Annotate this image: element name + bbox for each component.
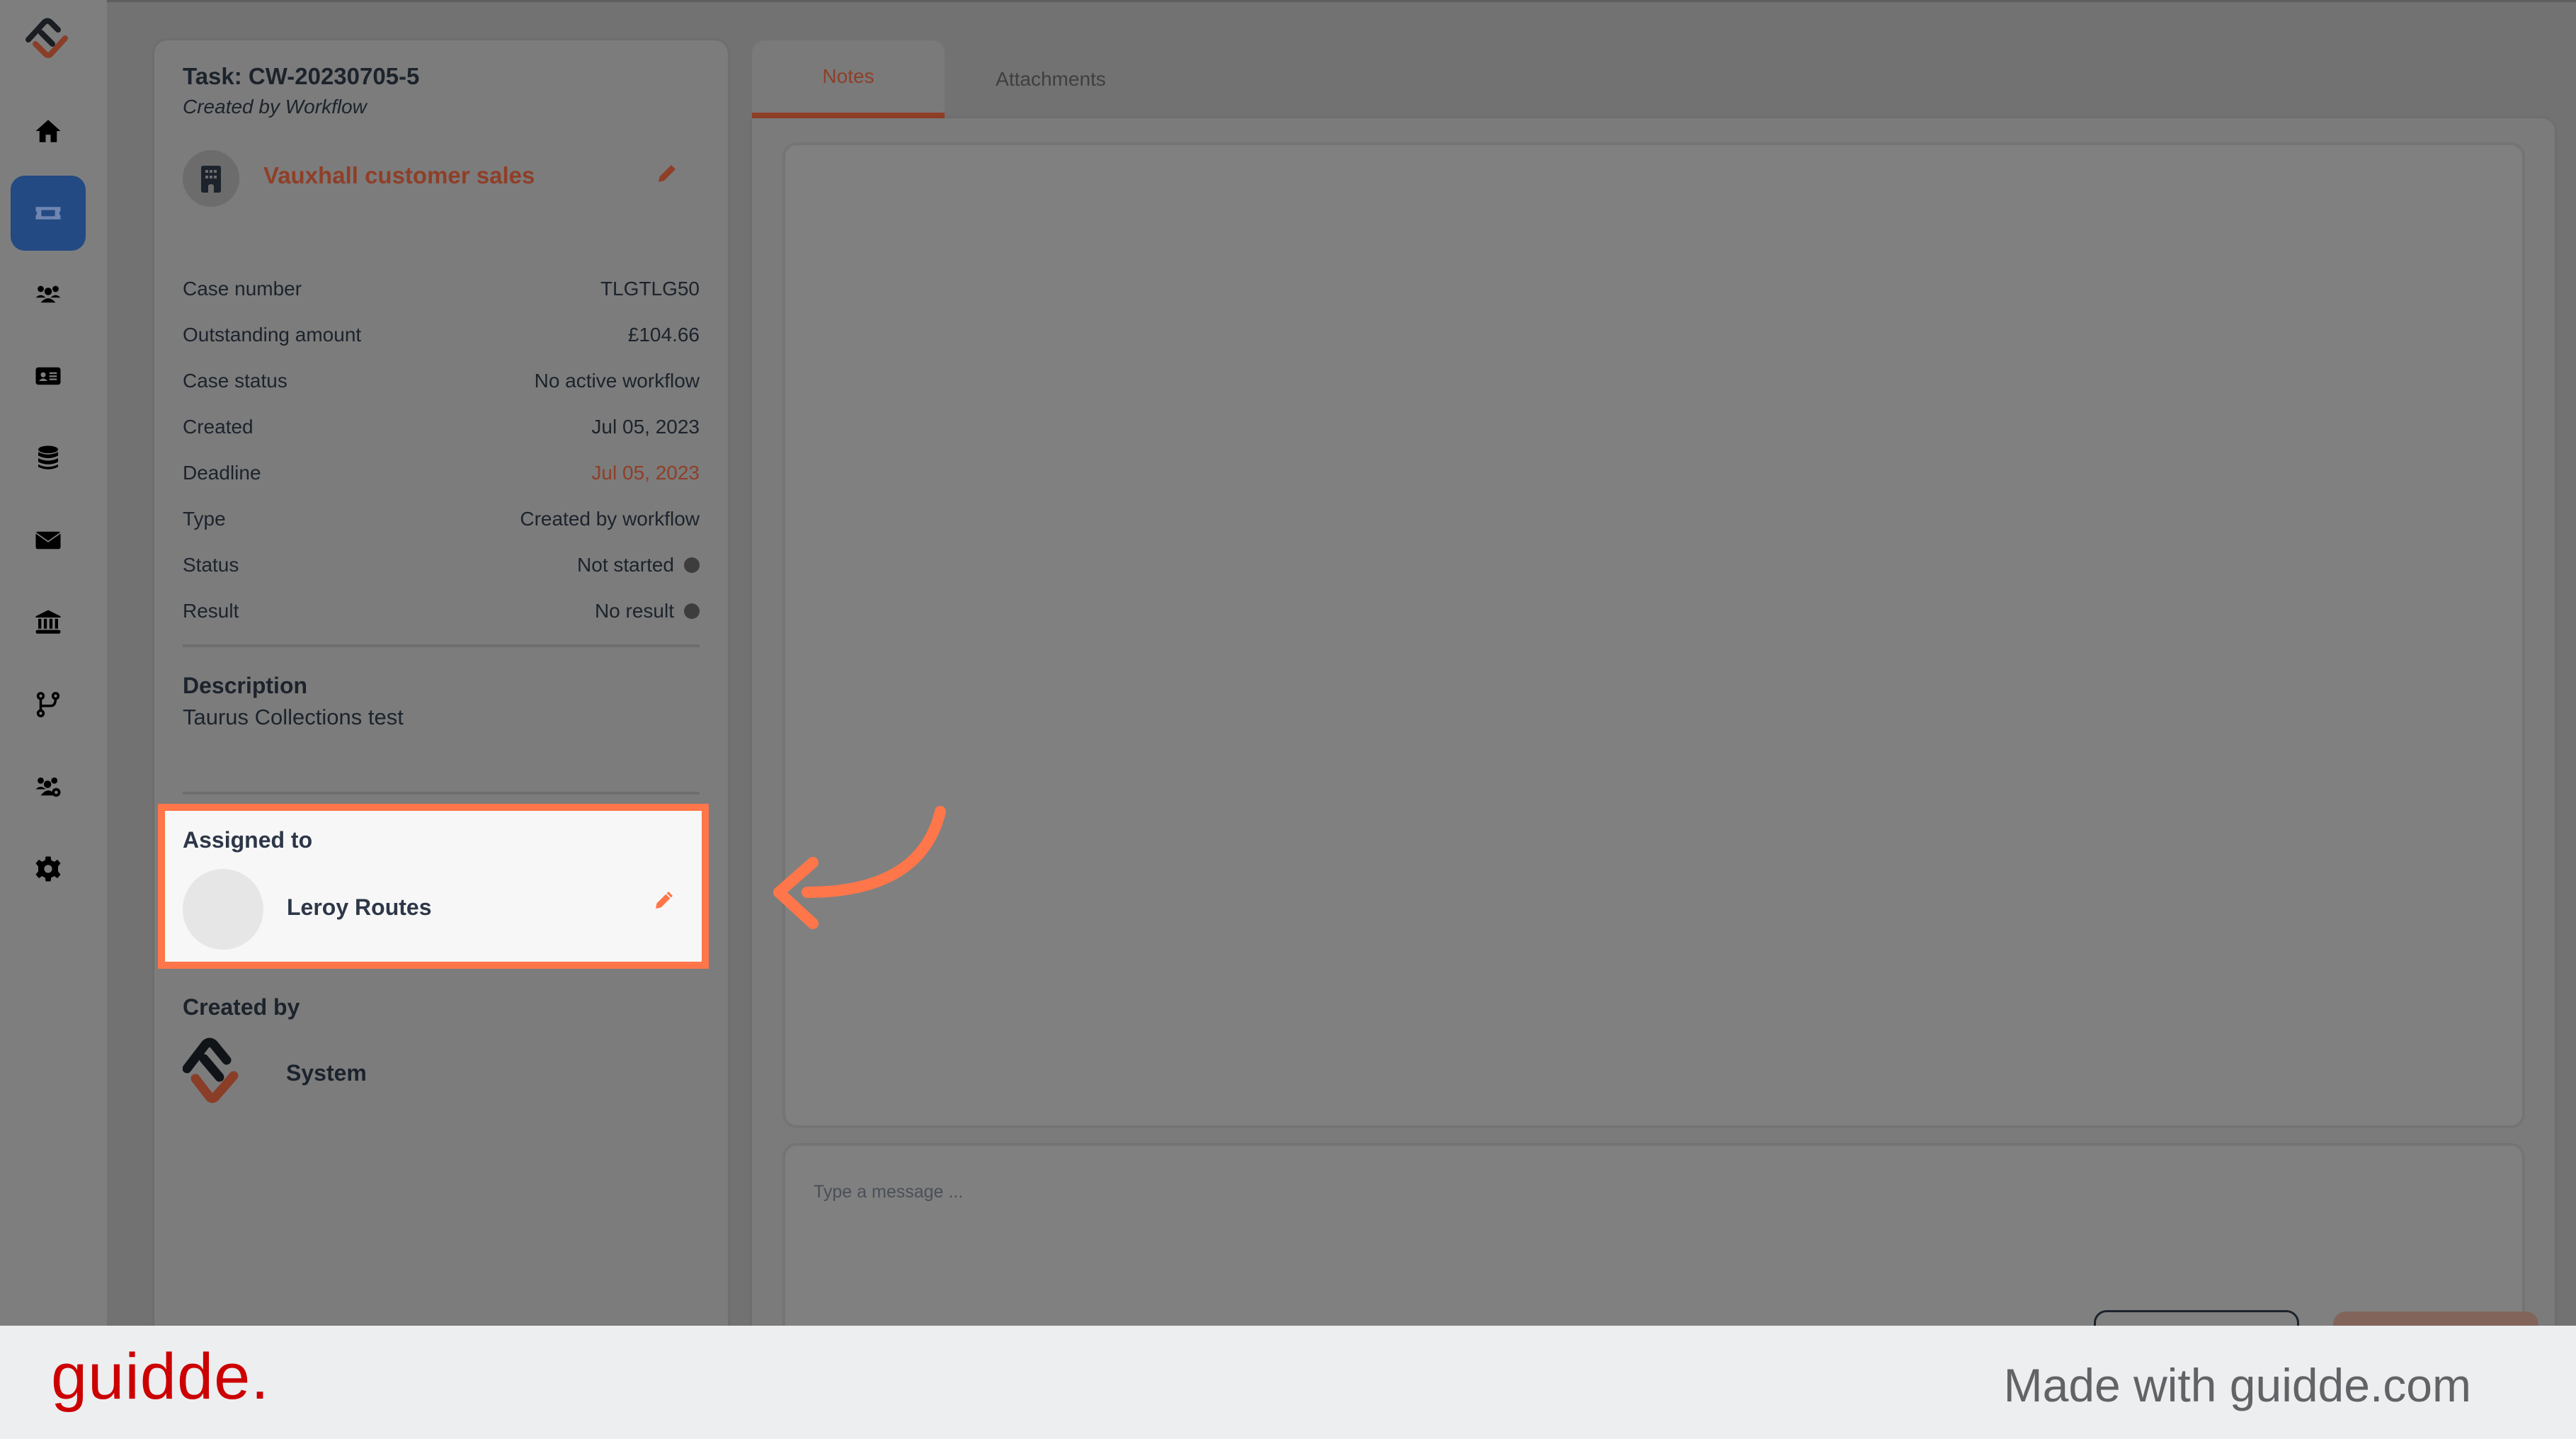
made-with-text: Made with guidde.com — [2003, 1359, 2471, 1411]
guidde-logo: guidde. — [51, 1341, 270, 1413]
divider — [183, 644, 700, 647]
task-subtitle: Created by Workflow — [183, 96, 367, 118]
detail-label: Type — [183, 508, 226, 530]
gear-icon — [35, 856, 61, 882]
status-value: Not started — [577, 554, 674, 576]
result-dot-icon — [684, 603, 700, 619]
status-dot-icon — [684, 557, 700, 573]
sidebar-item-home[interactable] — [11, 93, 86, 169]
detail-case-status: Case status No active workflow — [183, 370, 700, 416]
system-logo-icon — [183, 1037, 239, 1103]
notes-panel: Task status Not started — [752, 118, 2555, 1326]
detail-case-number: Case number TLGTLG50 — [183, 278, 700, 324]
sidebar-item-settings[interactable] — [11, 831, 86, 906]
created-by-name: System — [286, 1060, 367, 1086]
company-link[interactable]: Vauxhall customer sales — [263, 162, 535, 189]
detail-value: Jul 05, 2023 — [591, 416, 700, 438]
company-avatar — [183, 150, 239, 207]
guidde-footer: guidde. Made with guidde.com — [0, 1326, 2576, 1439]
user-group-settings-icon — [35, 777, 61, 797]
home-icon — [35, 120, 61, 142]
deadline-value: Jul 05, 2023 — [591, 462, 700, 484]
guide-arrow-icon — [773, 806, 946, 929]
detail-value: TLGTLG50 — [600, 278, 700, 300]
app-window: Task: CW-20230705-5 Created by Workflow … — [0, 0, 2576, 1326]
sidebar-item-customers[interactable] — [11, 256, 86, 331]
notes-list — [782, 142, 2525, 1128]
detail-label: Created — [183, 416, 253, 438]
assignee-avatar — [183, 869, 263, 950]
mail-icon — [35, 531, 62, 550]
detail-outstanding-amount: Outstanding amount £104.66 — [183, 324, 700, 370]
database-icon — [38, 445, 58, 470]
detail-status: Status Not started — [183, 554, 700, 600]
task-details-list: Case number TLGTLG50 Outstanding amount … — [183, 278, 700, 646]
sidebar-item-team-settings[interactable] — [11, 749, 86, 824]
status-value-wrap: Not started — [577, 554, 700, 576]
detail-type: Type Created by workflow — [183, 508, 700, 554]
workflow-branch-icon — [36, 692, 60, 717]
sidebar-item-bank[interactable] — [11, 585, 86, 660]
divider — [183, 792, 700, 795]
edit-assignee-pencil-icon[interactable] — [651, 887, 677, 913]
description-text: Taurus Collections test — [183, 705, 404, 729]
edit-company-pencil-icon[interactable] — [654, 161, 680, 186]
result-value-wrap: No result — [595, 600, 700, 622]
detail-label: Deadline — [183, 462, 261, 484]
sidebar-item-mail[interactable] — [11, 503, 86, 578]
tab-notes[interactable]: Notes — [752, 40, 945, 118]
description-heading: Description — [183, 673, 308, 698]
contact-card-icon — [35, 367, 61, 385]
tab-bar: Notes Attachments — [752, 40, 2555, 118]
message-input[interactable] — [814, 1174, 1876, 1210]
detail-deadline: Deadline Jul 05, 2023 — [183, 462, 700, 508]
assigned-to-heading: Assigned to — [183, 827, 313, 853]
sidebar-item-contacts[interactable] — [11, 339, 86, 414]
result-value: No result — [594, 600, 674, 622]
sidebar-item-tasks[interactable] — [11, 176, 86, 251]
detail-label: Outstanding amount — [183, 324, 362, 346]
top-border — [0, 0, 2576, 2]
taurus-logo[interactable] — [23, 16, 72, 62]
detail-created: Created Jul 05, 2023 — [183, 416, 700, 462]
task-title: Task: CW-20230705-5 — [183, 63, 420, 89]
ticket-icon — [35, 207, 61, 220]
detail-label: Status — [183, 554, 239, 576]
building-icon — [201, 166, 221, 193]
detail-value: Created by workflow — [520, 508, 700, 530]
submit-note-button[interactable] — [2333, 1312, 2538, 1326]
detail-result: Result No result — [183, 600, 700, 646]
detail-value: £104.66 — [627, 324, 700, 346]
sidebar-item-data[interactable] — [11, 421, 86, 496]
task-status-select[interactable]: Not started — [2094, 1310, 2299, 1326]
detail-value: No active workflow — [534, 370, 700, 392]
detail-label: Result — [183, 600, 239, 622]
users-icon — [35, 285, 61, 303]
detail-label: Case number — [183, 278, 302, 300]
assigned-to-section: Assigned to Leroy Routes — [158, 804, 709, 969]
created-by-heading: Created by — [183, 994, 300, 1020]
sidebar — [0, 0, 107, 1326]
task-details-card: Task: CW-20230705-5 Created by Workflow … — [154, 40, 728, 1326]
detail-label: Case status — [183, 370, 287, 392]
tab-attachments[interactable]: Attachments — [945, 40, 1157, 118]
assignee-name: Leroy Routes — [287, 894, 432, 920]
message-composer: Task status Not started — [782, 1143, 2538, 1326]
bank-icon — [35, 610, 61, 634]
sidebar-item-workflows[interactable] — [11, 667, 86, 742]
